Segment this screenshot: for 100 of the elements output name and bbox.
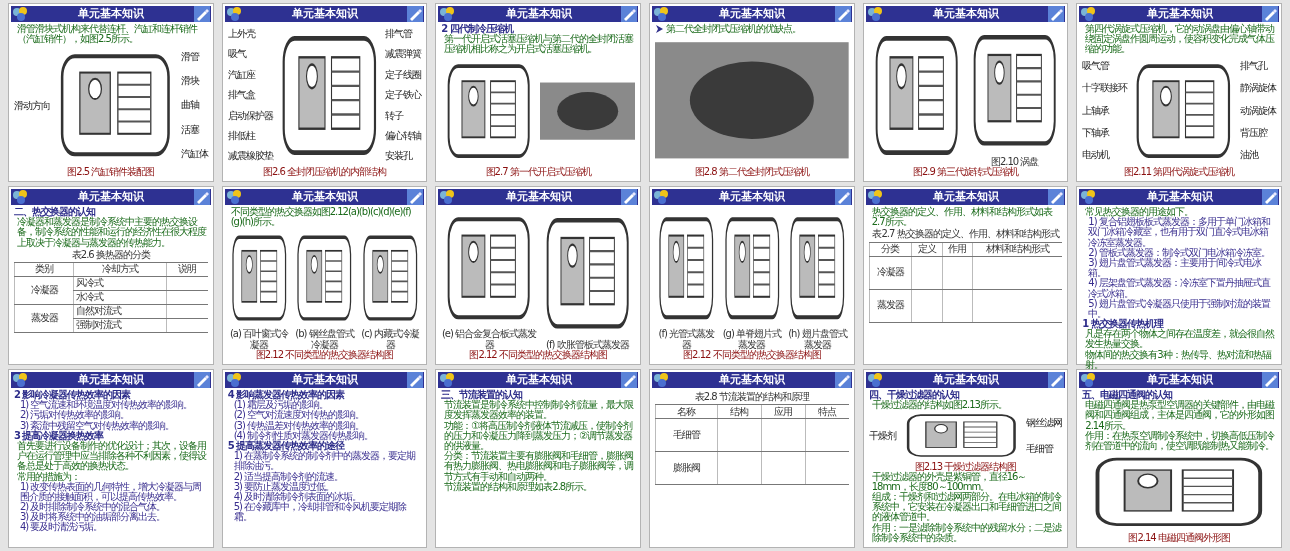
slide-heading: 2 四代制冷压缩机 [441,24,514,34]
diagram-label: 背压腔 [1240,128,1269,139]
slide-thumbnail[interactable]: 单元基本知识 (f) 光管式蒸发器 (g) 单脊翅片式蒸发器 (h) 翅片盘管式蒸发器 图2.12 不同类型的热交换器结构图 [649,186,855,365]
logo-icon [652,372,670,388]
diagram-label: 汽缸座 [227,69,257,81]
slide-thumbnail[interactable]: 单元基本知识 不同类型的热交换器如图2.12(a)(b)(c)(d)(e)(f)(g)(h)所示。 (a) 百叶窗式冷凝器 (b) 钢丝盘管式冷凝器 (c) 内藏式冷凝器 图2.12 不同类型的热交换器结构图 [221,186,428,365]
list-item-text: 1) 复合铝翅板板式蒸发器：多用于单门冰箱和双门冰箱冷藏室，也有用于双门直冷式电冰箱冷冻室蒸发器。 [1087,217,1271,248]
diagram-label: 滑管 [180,51,201,62]
slide-paragraph: 作用：一是滤除制冷系统中的残留水分；二是滤除制冷系统中的杂质。 [870,522,1063,543]
slide-thumbnail[interactable]: 单元基本知识 上外壳 吸气 汽缸座 排气盒 启动保护器 排低柱 减震橡胶垫 排气管 减震弹簧 定子线圈 定子铁心 转子 偏心转轴 安装孔 图2.6 全封闭压缩机的内部结构 [221,3,428,182]
logo-icon [865,372,884,388]
slide-thumbnail[interactable]: 单元基本知识 表2.8 节流装置的结构和原理 名称 结构 应用 特点 毛细管 膨胀阀 [649,369,855,548]
slide-thumbnail[interactable] [221,369,428,548]
slide-paragraph: 组成：干燥剂和过滤网两部分。在电冰箱的制冷系统中，它安装在冷凝器出口和毛细管进口之间的液体管道中。 [870,492,1063,523]
pen-icon [621,372,637,388]
table-cell: 毛细管 [655,418,717,452]
slide-paragraph: 常见热交换器的用途如下。 [1084,207,1195,217]
slide-thumbnail[interactable]: 单元基本知识 热交换器的定义、作用、材料和结构形式如表2.7所示。 表2.7 热交换器的定义、作用、材料和结构形式 分类 定义 作用 材料和结构形式 冷凝器 蒸发器 [862,186,1069,365]
diagram-label: 活塞 [180,124,201,136]
table-header-cell: 材料和结构形式 [972,242,1063,257]
slide-paragraph: 凡是存在两个物体之间存在温度差，就会很自然发生热量交换。 [1084,329,1276,350]
pen-icon [407,189,424,205]
list-item-text: (3) 传热温差对传热效率的影响。 [232,420,365,431]
pen-icon [621,189,637,205]
slide-thumbnail[interactable]: 单元基本知识 二、热交换器的认知 冷凝器和蒸发器是制冷系统中主要的热交换设备，制冷系统的性能和运行的经济性在很大程度上取决于冷凝器与蒸发器的传热能力。 表2.6 换热器的分类 类别 冷却方式 说明 冷凝器 风冷式 水冷式 蒸发器 自然对流式 强制对流式 [8,186,214,365]
figure-caption: 图2.12 不同类型的热交换器结构图 [468,349,607,360]
figure-caption: 图2.13 干燥过滤器结构图 [914,461,1017,472]
list-item-text: (2) 空气对流速度对传热的影响。 [232,410,365,421]
slide-title: 单元基本知识 [77,8,146,20]
logo-icon [1079,189,1098,205]
diagram-label: 吸气 [227,49,248,60]
figure-caption: (c) 内藏式冷凝器 [360,329,420,350]
figure-caption: (a) 百叶窗式冷凝器 [228,329,290,350]
slide-heading: 二、热交换器的认知 [14,207,97,217]
diagram-label: 动涡旋体 [1240,105,1276,116]
slide-paragraph: 冷凝器和蒸发器是制冷系统中主要的热交换设备，制冷系统的性能和运行的经济性在很大程度上取决于冷凝器与蒸发器的传热能力。 [16,217,208,248]
diagram-label: 安装孔 [385,151,414,162]
slide-title: 单元基本知识 [291,8,359,20]
diagram-label: 滑块 [180,76,201,87]
pen-icon [834,189,851,205]
logo-icon [1079,372,1098,388]
slide-thumbnail[interactable]: 单元基本知识 第二代全封闭式压缩机的优缺点。 图2.8 第二代全封闭式压缩机 [649,3,855,182]
logo-icon [224,372,243,388]
pen-icon [407,372,424,388]
slide-thumbnail[interactable]: 单元基本知识 五、电磁四通阀的认知 电磁四通阀是热泵型空调器的关键部件，由电磁阀和四通阀组成，主体是四通阀，它的外形如图2.14所示。 作用：在热泵空调制冷系统中，切换高低压制冷剂在管道中的流向，使空调既能制热又能制冷。 图2.14 电磁四通阀外形图 [1076,369,1282,548]
slide-thumbnail[interactable]: 单元基本知识 滑管滑块式机构来代替连杆、汽缸和连杆销件（汽缸销件），如图2.5所示。 滑动方向 滑管 滑块 曲轴 活塞 汽缸体 图2.5 汽缸销件装配图 [8,3,214,182]
table-cell: 蒸发器 [14,304,74,333]
slide-paragraph: 物体间的热交换有3种：热传导、热对流和热辐射。 [1084,349,1272,370]
logo-icon [11,6,29,22]
diagram-label: 汽缸体 [180,149,208,160]
list-item-text: 2) 管板式蒸发器：制冷式双门电冰箱冷冻室。 [1087,247,1271,258]
slide-thumbnail[interactable]: 单元基本知识 三、节流装置的认知 节流装置是制冷系统中控制制冷剂流量，最大限度发挥蒸发器效率的装置。 功能：①将高压制冷剂液体节流减压，使制冷剂的压力和冷凝压力降到蒸发压力；②调节蒸发器的供液量。 分类：节流装置主要有膨胀阀和毛细管，膨胀阀有热力膨胀阀、热电膨胀阀和电子膨胀阀等，调节方式有手动和自动两种。 节流装置的结构和原理如表2.8所示。 [435,369,641,548]
table-caption: 表2.8 节流装置的结构和原理 [693,392,811,403]
slide-heading: 1 热交换器传热机理 [1082,319,1164,330]
slide-paragraph: 电磁四通阀是热泵型空调器的关键部件，由电磁阀和四通阀组成，主体是四通阀，它的外形如图2.14所示。 [1084,400,1276,431]
slide-paragraph: 首先要进行设备制作的优化设计；其次，设备用户在运行管理中应当排除各种不利因素，使得设备总是处于高效的换热状态。 [16,440,208,472]
pen-icon [407,6,424,22]
slide-thumbnail[interactable]: 单元基本知识 图2.10 涡盘 图2.9 第三代旋转式压缩机 [862,3,1069,182]
slide-thumbnail[interactable] [8,369,214,548]
figure-caption: 图2.11 第四代涡旋式压缩机 [1122,166,1236,177]
diagram-label: 钢丝滤网 [1026,418,1063,429]
table-header-cell: 特点 [805,404,849,419]
table-cell: 膨胀阀 [655,451,717,485]
figure-caption: 图2.9 第三代旋转式压缩机 [911,166,1020,177]
slide-paragraph: 干燥过滤器的结构如图2.13所示。 [871,400,1008,411]
list-item-text: 5) 在冷藏库中，冷却排管和冷风机要定期除霜。 [232,502,408,523]
diagram-label: 定子线圈 [385,69,422,81]
slide-thumbnail[interactable]: 单元基本知识 第四代涡旋式压缩机，它的动涡盘由偏心轴带动绕固定涡盘作圆周运动，使容积变化完成气体压缩的功能。 吸气管 十字联接环 上轴承 下轴承 电动机 排气孔 静涡旋体 动涡旋体 背压腔 油池 图2.11 第四代涡旋式压缩机 [1076,3,1282,182]
list-item-text: 2) 及时排除制冷系统中的混合气体。 [19,502,167,513]
diagram-label: 偏心转轴 [385,131,422,142]
logo-icon [11,189,29,205]
slide-thumbnail[interactable]: 单元基本知识 四、干燥过滤器的认知 干燥过滤器的结构如图2.13所示。 干燥剂 钢丝滤网 毛细管 图2.13 干燥过滤器结构图 干燥过滤器的外壳是紫铜管，直径16～18mm，长度80～100mm。 组成：干燥剂和过滤网两部分。在电冰箱的制冷系统中，它安装在冷凝器出口和毛细管进口之间的液体管道中。 作用：一是滤除制冷系统中的残留水分；二是滤除制冷系统中的杂质。 [862,369,1069,548]
figure-caption: (e) 铝合金复合板式蒸发器 [441,329,537,350]
table-cell: 冷凝器 [869,256,912,290]
diagram-label: 下轴承 [1082,128,1111,139]
diagram-label: 排气孔 [1240,60,1269,71]
table-caption: 表2.7 热交换器的定义、作用、材料和结构形式 [871,229,1061,240]
logo-icon [652,6,670,22]
table-header-cell: 类别 [14,262,74,277]
diagram-label: 转子 [385,110,405,121]
slide-paragraph: 滑管滑块式机构来代替连杆、汽缸和连杆销件（汽缸销件），如图2.5所示。 [16,24,199,45]
slide-paragraph: 热交换器的定义、作用、材料和结构形式如表2.7所示。 [870,207,1054,228]
arrow-bullet-icon [655,24,664,34]
diagram-label: 排气管 [385,29,414,40]
list-item-text: 2) 适当提高制冷剂的流速。 [232,471,345,482]
logo-icon [224,6,243,22]
table-header-cell: 冷却方式 [73,262,167,277]
slide-thumbnail[interactable]: 单元基本知识 (e) 铝合金复合板式蒸发器 (f) 吹胀管板式蒸发器 图2.12 不同类型的热交换器结构图 [435,186,641,365]
slide-title: 单元基本知识 [77,374,146,386]
list-item-text: 3) 及时将系统中的油垢部分离出去。 [19,512,167,523]
figure-caption: 图2.10 涡盘 [990,156,1039,167]
slide-thumbnail[interactable]: 单元基本知识 2 四代制冷压缩机 第一代开启式活塞压缩机与第二代的全封闭活塞压缩机相比称之为开启式活塞压缩机。 图2.7 第一代开启式压缩机 [435,3,641,182]
diagram-label: 减震弹簧 [385,49,422,60]
diagram-label: 曲轴 [180,100,201,111]
slide-paragraph: 节流装置的结构和原理如表2.8所示。 [443,481,594,492]
slide-title: 单元基本知识 [718,374,787,386]
slide-title: 单元基本知识 [504,8,573,20]
logo-icon [865,6,884,22]
figure-caption: 图2.7 第一代开启式压缩机 [484,166,593,177]
slide-title: 单元基本知识 [1145,374,1214,386]
